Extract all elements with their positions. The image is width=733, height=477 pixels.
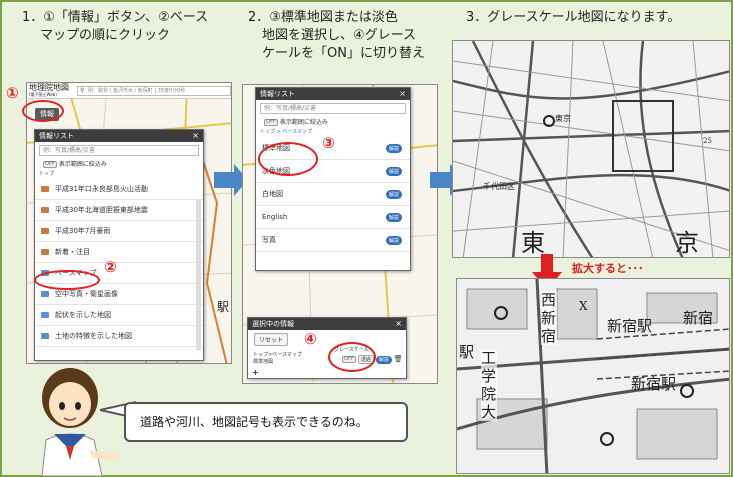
selected-info-window: 選択中の情報 × リセット トップ>ベースマップ 標準地図 グレースケール OFF… [247,317,407,379]
basemap-item-blank[interactable]: 白地図 [262,189,283,199]
list-item-0[interactable]: 平成31年口永良部島火山活動 [55,184,148,194]
highlight-circle-2 [34,270,100,290]
map-label-shinjuku: 新宿 [683,309,714,327]
map-big-label: 京 [675,229,699,257]
range-filter: OFF 表示範囲に絞込み [35,159,203,170]
folder-icon [41,249,49,255]
app-header: 地理院地図 (電子国土Web) ⚲ 例：駿島 | 金沢市木 / 新保町 | 35… [27,83,231,99]
highlight-circle-4 [328,342,376,372]
desc-button[interactable]: 解説 [385,143,402,153]
panel4-zoomed-map: 西新宿 工学院大 駅 X 新宿駅 新宿駅 新宿 [456,278,730,474]
list-item-5[interactable]: 空中写真・衛星画像 [55,289,118,299]
folder-icon [41,291,49,297]
step1-heading: 1．①「情報」ボタン、②ベース マップの順にクリック [22,10,209,43]
map-label-kogakuin: 工学院大 [481,349,497,421]
search-placeholder: 例：駿島 | 金沢市木 / 新保町 | 35度0分0秒 [88,88,186,94]
desc-button[interactable]: 解説 [385,166,402,176]
top-breadcrumb[interactable]: トップ [35,170,203,179]
close-icon[interactable]: × [192,130,199,142]
station-label: 東京 [555,114,571,123]
range-toggle[interactable]: OFF [43,161,57,168]
desc-button[interactable]: 解説 [375,356,392,364]
map-big-label: 東 [521,229,545,257]
map-label-shinjuku-station: 新宿駅 [631,375,677,393]
range-filter: OFF 表示範囲に絞込み [256,117,410,128]
selected-layer: トップ>ベースマップ 標準地図 [253,352,302,365]
map-label: 駅 [217,300,230,314]
marker-2: ② [104,258,117,276]
map-label-shinjuku-station: 新宿駅 [607,317,653,335]
basemap-item-photo[interactable]: 写真 [262,235,276,245]
marker-4: ④ [304,330,317,348]
folder-icon [41,312,49,318]
list-item-1[interactable]: 平成30年北海道胆振東部地震 [55,205,148,215]
marker-3: ③ [322,134,335,152]
zoom-in-button[interactable]: + [252,368,259,377]
place-search-input[interactable]: ⚲ 例：駿島 | 金沢市木 / 新保町 | 35度0分0秒 [77,86,231,96]
info-search-input[interactable]: 例：写真/標高/災害 [260,103,406,114]
step3-heading: 3．グレースケール地図になります。 [466,10,681,25]
speech-bubble: 道路や河川、地図記号も表示できるのね。 [124,402,408,442]
panel3-grayscale-map: 東京 25 千代田区 東 京 [452,40,730,258]
folder-icon [41,333,49,339]
search-icon: ⚲ [80,87,85,94]
close-icon[interactable]: × [395,318,402,330]
folder-icon [41,186,49,192]
list-item-2[interactable]: 平成30年7月豪雨 [55,226,110,236]
marker-1: ① [6,84,19,102]
desc-button[interactable]: 解説 [385,212,402,222]
range-toggle[interactable]: OFF [264,119,278,126]
info-search-input[interactable]: 例：写真/標高/災害 [39,145,199,156]
grayscale-map-image [453,41,729,257]
info-list-window: 情報リスト × 例：写真/標高/災害 OFF 表示範囲に絞込み トップ 平成31年… [34,129,204,361]
trash-icon[interactable]: 🗑 [394,355,403,363]
step2-heading: 2．③標準地図または淡色 地図を選択し、④グレース ケールを「ON」に切り替え [248,10,425,61]
reset-button[interactable]: リセット [254,333,289,346]
folder-icon [41,207,49,213]
zoom-label: 拡大すると･･･ [572,262,644,275]
close-icon[interactable]: × [399,88,406,100]
map-label: X [579,299,588,313]
map-label: 千代田区 [483,182,515,191]
list-item-6[interactable]: 起伏を示した地図 [55,310,111,320]
map-label: 駅 [459,343,475,361]
info-list-title: 情報リスト [39,132,74,140]
list-item-3[interactable]: 新着・注目 [55,247,90,257]
basemap-window: 情報リスト × 例：写真/標高/災害 OFF 表示範囲に絞込み トップ > ベース… [255,87,411,271]
panel1-screenshot: 地理院地図 (電子国土Web) ⚲ 例：駿島 | 金沢市木 / 新保町 | 35… [26,82,232,364]
map-label: 25 [703,137,712,145]
app-logo: 地理院地図 (電子国土Web) [29,83,69,97]
folder-icon [41,228,49,234]
highlight-circle-3 [258,142,318,176]
highlight-circle-1 [22,100,64,122]
instruction-frame: 1．①「情報」ボタン、②ベース マップの順にクリック 2．③標準地図または淡色 … [0,0,733,477]
list-item-7[interactable]: 土地の特徴を示した地図 [55,331,132,341]
guide-character-illustration [41,368,118,476]
desc-button[interactable]: 解説 [385,189,402,199]
basemap-item-english[interactable]: English [262,213,287,221]
map-label-nishishinjuku: 西新宿 [541,291,557,345]
desc-button[interactable]: 解説 [385,235,402,245]
panel2-screenshot: 情報リスト × 例：写真/標高/災害 OFF 表示範囲に絞込み トップ > ベース… [242,84,438,384]
scrollbar[interactable] [196,200,201,350]
